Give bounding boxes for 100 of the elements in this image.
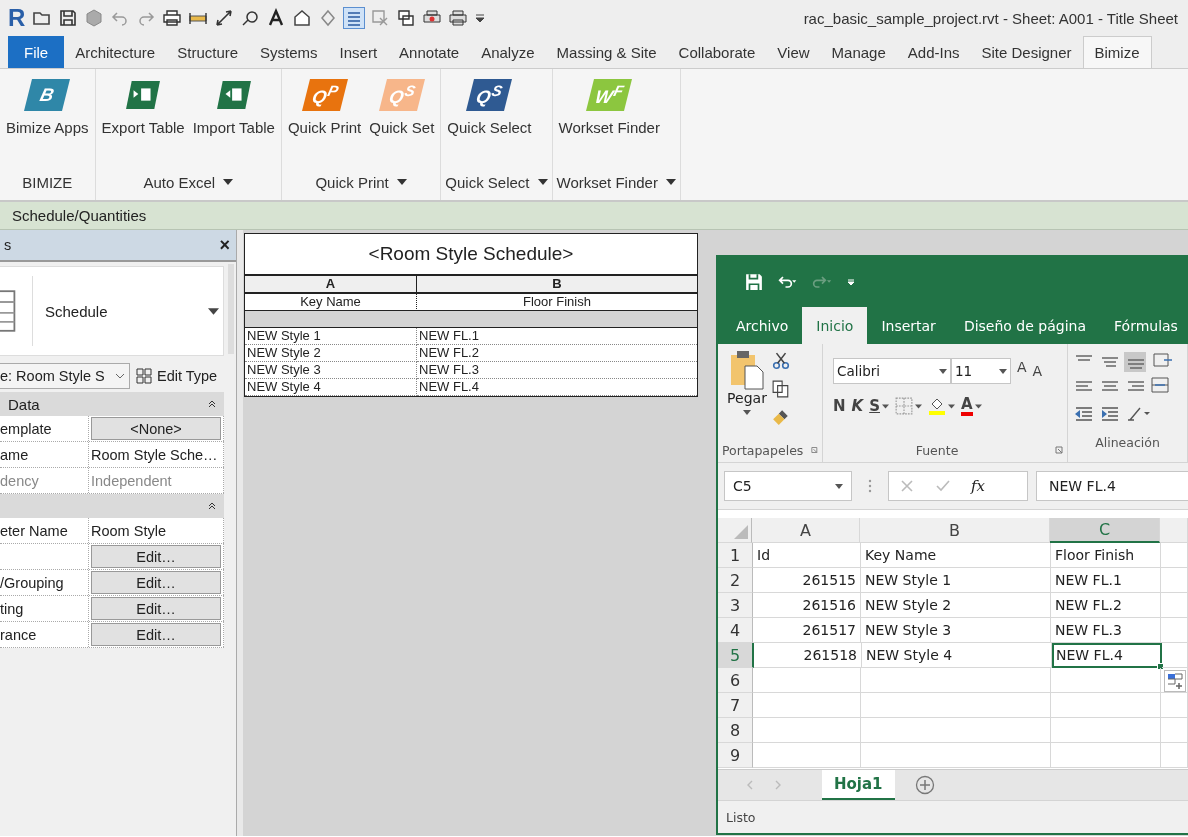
column-header[interactable]: A xyxy=(752,518,860,543)
edit-button[interactable]: Edit… xyxy=(91,623,221,646)
ribbon-tab[interactable]: Diseño de página xyxy=(949,307,1100,344)
column-letter[interactable]: B xyxy=(417,276,697,294)
property-value[interactable]: Room Style xyxy=(91,519,166,542)
row-header[interactable]: 3 xyxy=(718,593,753,618)
ribbon-tab[interactable]: Insert xyxy=(328,36,389,68)
row-header[interactable]: 1 xyxy=(718,543,753,568)
font-name-field[interactable]: Calibri xyxy=(833,358,951,384)
row-header[interactable]: 9 xyxy=(718,743,753,768)
caret-icon[interactable] xyxy=(915,403,922,409)
insert-function-button[interactable]: fx xyxy=(971,477,985,495)
caret-icon[interactable] xyxy=(974,403,982,409)
ribbon-tab[interactable]: View xyxy=(766,36,821,68)
paste-button[interactable]: Pegar xyxy=(722,350,772,438)
print-icon[interactable] xyxy=(162,8,182,28)
font-size-field[interactable]: 11 xyxy=(951,358,1011,384)
ribbon-tab[interactable]: Inicio xyxy=(802,307,868,344)
caret-icon[interactable] xyxy=(999,368,1007,374)
column-header[interactable]: C xyxy=(1050,518,1160,543)
ribbon-tab[interactable]: Site Designer xyxy=(970,36,1083,68)
customize-icon[interactable] xyxy=(846,277,856,287)
row-header[interactable]: 4 xyxy=(718,618,753,643)
instance-dropdown[interactable]: e: Room Style S xyxy=(0,363,130,389)
row-header[interactable]: 8 xyxy=(718,718,753,743)
edit-button[interactable]: Edit… xyxy=(91,571,221,594)
quick-analysis-icon[interactable] xyxy=(1164,670,1186,692)
ribbon-tab[interactable]: Add-Ins xyxy=(896,36,971,68)
ribbon-button[interactable]: W$^{F}$ Workset Finder xyxy=(556,79,662,164)
ribbon-tab[interactable]: Insertar xyxy=(867,307,950,344)
shrink-font-button[interactable]: A xyxy=(1032,363,1043,379)
check-icon[interactable] xyxy=(935,478,951,494)
group-menu[interactable]: Workset Finder xyxy=(556,173,676,191)
save-icon[interactable] xyxy=(58,8,78,28)
ribbon-tab[interactable]: Architecture xyxy=(64,36,167,68)
ribbon-tab[interactable]: Analyze xyxy=(470,36,546,68)
ribbon-button[interactable]: Import Table xyxy=(190,79,277,164)
caret-icon[interactable] xyxy=(743,410,751,415)
row-header[interactable]: 5 xyxy=(718,643,754,668)
column-header[interactable]: B xyxy=(860,518,1050,543)
grow-font-button[interactable]: A xyxy=(1017,358,1027,384)
diamond-icon[interactable] xyxy=(318,8,338,28)
brush-icon[interactable] xyxy=(772,408,790,426)
italic-button[interactable]: K xyxy=(851,397,864,415)
text-icon[interactable] xyxy=(266,8,286,28)
caret-icon[interactable] xyxy=(882,403,889,409)
undo-icon[interactable] xyxy=(778,273,798,291)
group-menu[interactable]: BIMIZE xyxy=(22,173,73,191)
sheet-tab[interactable]: Hoja1 xyxy=(822,770,895,800)
group-menu[interactable]: Auto Excel xyxy=(143,173,234,191)
ribbon-tab[interactable]: Annotate xyxy=(388,36,471,68)
thin-lines-icon[interactable] xyxy=(344,8,364,28)
formula-field[interactable]: NEW FL.4 xyxy=(1036,471,1188,501)
row-header[interactable]: 6 xyxy=(718,668,753,693)
ribbon-tab[interactable]: Systems xyxy=(249,36,329,68)
ribbon-tab[interactable]: File xyxy=(8,36,65,68)
launcher-icon[interactable] xyxy=(1055,446,1063,454)
ribbon-button[interactable]: Q$^{S}$ Quick Set xyxy=(367,79,437,164)
ribbon-tab[interactable]: Archivo xyxy=(722,307,803,344)
group-menu[interactable]: Quick Select xyxy=(445,173,548,191)
house-icon[interactable] xyxy=(292,8,312,28)
save-icon[interactable] xyxy=(744,273,764,291)
customize-icon[interactable] xyxy=(474,12,486,24)
ribbon-tab[interactable]: Collaborate xyxy=(667,36,767,68)
copy-icon[interactable] xyxy=(772,380,790,398)
ribbon-tab[interactable]: Fórmulas xyxy=(1100,307,1188,344)
font-color-button[interactable]: A xyxy=(961,396,973,416)
caret-icon[interactable] xyxy=(939,368,947,374)
ribbon-tab[interactable]: Bimize xyxy=(1082,36,1152,68)
add-sheet-icon[interactable] xyxy=(914,775,935,795)
row-header[interactable]: 2 xyxy=(718,568,753,593)
group-menu[interactable]: Quick Print xyxy=(315,173,407,191)
switch-windows-icon[interactable] xyxy=(396,8,416,28)
tag-icon[interactable] xyxy=(240,8,260,28)
edit-button[interactable]: Edit… xyxy=(91,597,221,620)
ribbon-button[interactable]: Q$^{S}$ Quick Select xyxy=(445,79,534,164)
ribbon-tab[interactable]: Structure xyxy=(166,36,250,68)
property-value[interactable]: Room Style Sche… xyxy=(91,443,218,466)
name-box[interactable]: C5 xyxy=(724,471,852,501)
scissors-icon[interactable] xyxy=(772,352,790,370)
type-selector[interactable]: Schedule xyxy=(0,266,224,356)
ribbon-button[interactable]: B Bimize Apps xyxy=(4,79,91,164)
bold-button[interactable]: N xyxy=(833,397,846,415)
edit-type-button[interactable]: Edit Type xyxy=(136,368,218,384)
app-logo[interactable]: R xyxy=(8,4,26,32)
edit-button[interactable]: <None> xyxy=(91,417,221,440)
row-header[interactable]: 7 xyxy=(718,693,753,718)
section-header[interactable]: Data xyxy=(0,392,224,416)
caret-icon[interactable] xyxy=(948,403,955,409)
ribbon-button[interactable]: Q$^{P}$ Quick Print xyxy=(285,79,364,164)
underline-button[interactable]: S xyxy=(869,397,880,415)
drag-handle-icon[interactable] xyxy=(868,478,872,494)
launcher-icon[interactable] xyxy=(811,446,818,454)
ribbon-tab[interactable]: Massing & Site xyxy=(545,36,668,68)
fill-color-icon[interactable] xyxy=(928,397,946,415)
close-button[interactable]: × xyxy=(219,234,230,256)
column-letter[interactable]: A xyxy=(245,276,417,294)
dimension-icon[interactable] xyxy=(214,8,234,28)
ribbon-tab[interactable]: Manage xyxy=(820,36,897,68)
ribbon-button[interactable]: Export Table xyxy=(99,79,187,164)
